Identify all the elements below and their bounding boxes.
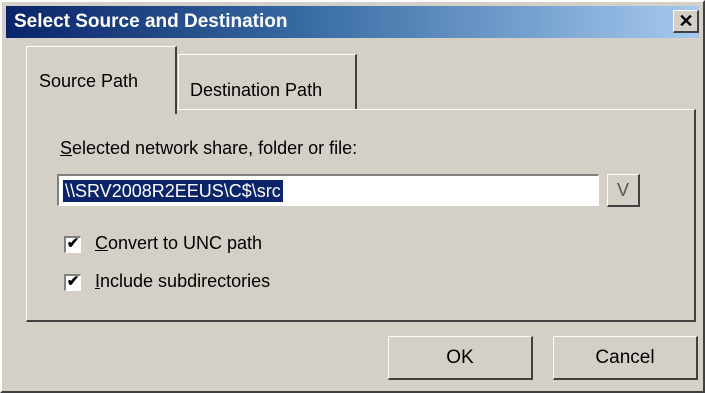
include-subdirectories-label[interactable]: Include subdirectories: [95, 271, 270, 292]
cancel-button[interactable]: Cancel: [553, 336, 698, 380]
tab-source-path-label: Source Path: [39, 71, 139, 91]
cancel-button-label: Cancel: [595, 347, 655, 368]
select-source-destination-dialog: Select Source and Destination ✕ Source P…: [0, 0, 705, 393]
close-button[interactable]: ✕: [673, 10, 699, 33]
browse-button[interactable]: V: [607, 174, 640, 207]
tab-destination-path-label: Destination Path: [190, 80, 323, 100]
path-input-value: \\SRV2008R2EEUS\C$\src: [63, 180, 283, 202]
convert-unc-label-text: onvert to UNC path: [108, 233, 263, 253]
convert-unc-label[interactable]: Convert to UNC path: [95, 233, 262, 254]
include-subdirectories-checkbox[interactable]: ✔: [64, 273, 81, 291]
dialog-title: Select Source and Destination: [14, 11, 288, 32]
path-field-label: Selected network share, folder or file:: [60, 138, 357, 159]
checkmark-icon: ✔: [66, 273, 80, 290]
close-icon: ✕: [678, 11, 694, 31]
tab-destination-path[interactable]: Destination Path: [178, 54, 357, 110]
checkmark-icon: ✔: [66, 235, 80, 252]
tab-source-path[interactable]: Source Path: [26, 46, 177, 114]
include-subdirectories-label-text: nclude subdirectories: [100, 271, 271, 291]
path-field-label-accel: S: [60, 138, 73, 158]
convert-unc-label-accel: C: [95, 233, 108, 253]
browse-button-label: V: [616, 180, 629, 200]
convert-unc-checkbox[interactable]: ✔: [64, 235, 81, 253]
ok-button[interactable]: OK: [388, 336, 533, 380]
title-bar[interactable]: Select Source and Destination ✕: [6, 6, 699, 38]
ok-button-label: OK: [446, 347, 474, 368]
path-field-label-text: elected network share, folder or file:: [72, 138, 358, 158]
path-input[interactable]: \\SRV2008R2EEUS\C$\src: [57, 174, 599, 206]
